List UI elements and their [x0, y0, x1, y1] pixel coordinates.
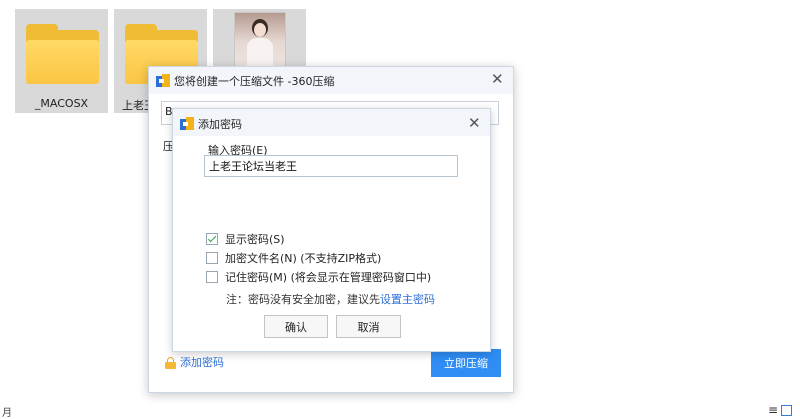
remember-password-label: 记住密码(M) (将会显示在管理密码窗口中)	[225, 271, 432, 284]
show-password-label: 显示密码(S)	[225, 233, 285, 246]
close-icon[interactable]: ✕	[491, 72, 504, 87]
compress-now-button[interactable]: 立即压缩	[431, 349, 501, 377]
add-password-dialog: 添加密码 ✕ 输入密码(E) 显示密码(S) 加密文件名(N) (不支持ZIP格…	[172, 108, 491, 352]
add-password-label: 添加密码	[180, 356, 224, 369]
compress-dialog-titlebar: 您将创建一个压缩文件 -360压缩 ✕	[149, 67, 513, 94]
360zip-app-icon	[156, 74, 170, 87]
add-password-dialog-title: 添加密码	[198, 118, 242, 131]
encrypt-filenames-checkbox[interactable]	[206, 252, 218, 264]
remember-password-checkbox[interactable]	[206, 271, 218, 283]
status-bar-text: 月	[2, 408, 12, 419]
file-name: _MACOSX	[34, 97, 89, 110]
360zip-app-icon	[180, 117, 194, 130]
grid-view-icon[interactable]	[781, 404, 793, 416]
remember-password-option[interactable]: 记住密码(M) (将会显示在管理密码窗口中)	[206, 269, 431, 285]
folder-icon	[26, 24, 99, 84]
set-master-password-link[interactable]: 设置主密码	[380, 293, 435, 306]
password-input[interactable]	[204, 155, 458, 177]
close-icon[interactable]: ✕	[468, 116, 481, 131]
file-tile-image[interactable]	[213, 9, 306, 78]
list-view-icon[interactable]: ≡	[768, 403, 778, 417]
encrypt-filenames-label: 加密文件名(N) (不支持ZIP格式)	[225, 252, 382, 265]
compress-dialog-title: 您将创建一个压缩文件 -360压缩	[174, 75, 335, 88]
add-password-dialog-titlebar: 添加密码 ✕	[173, 109, 490, 136]
security-note: 注：密码没有安全加密，建议先设置主密码	[226, 291, 435, 307]
lock-icon	[165, 356, 176, 369]
file-tile-macosx[interactable]: _MACOSX	[15, 9, 108, 113]
view-toggle[interactable]: ≡	[768, 403, 793, 417]
security-note-text: 注：密码没有安全加密，建议先	[226, 293, 380, 306]
show-password-option[interactable]: 显示密码(S)	[206, 231, 285, 247]
add-password-link[interactable]: 添加密码	[165, 354, 224, 370]
cancel-button[interactable]: 取消	[336, 315, 401, 338]
confirm-button[interactable]: 确认	[264, 315, 328, 338]
encrypt-filenames-option[interactable]: 加密文件名(N) (不支持ZIP格式)	[206, 250, 381, 266]
show-password-checkbox[interactable]	[206, 233, 218, 245]
